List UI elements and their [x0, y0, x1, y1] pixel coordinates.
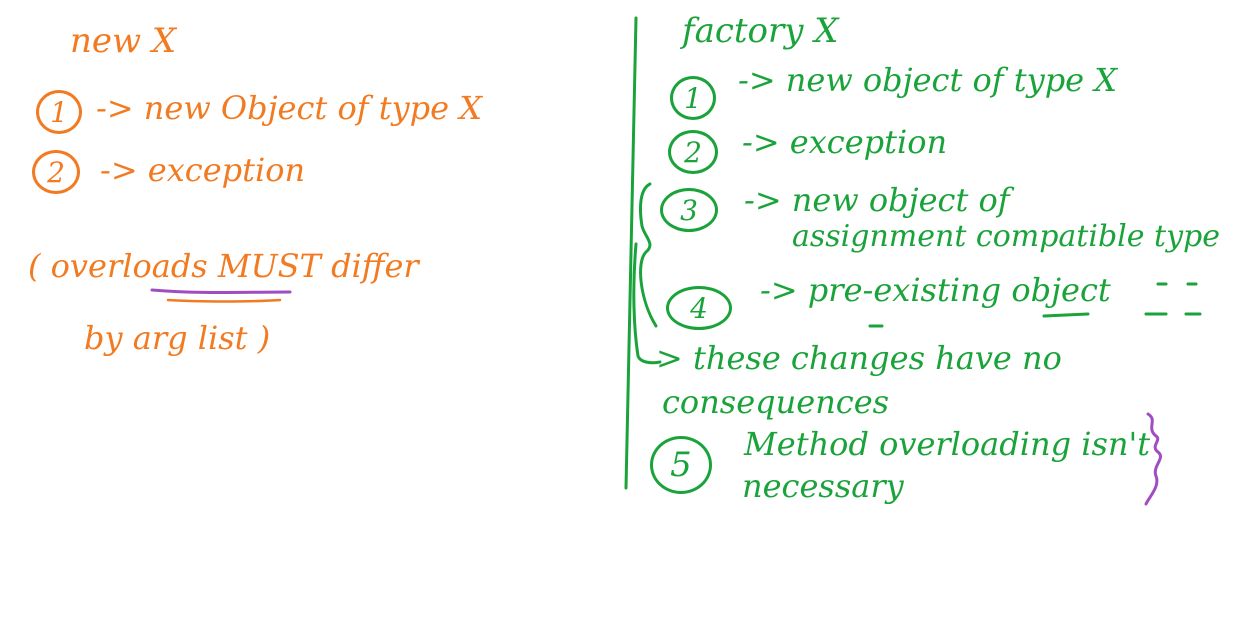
ink-strokes [150, 16, 1202, 506]
purple-wavy-brace [1144, 412, 1162, 506]
green-dashes [1144, 282, 1202, 316]
green-brace-bracket [638, 182, 658, 328]
orange-underline [166, 298, 282, 303]
green-underline [868, 312, 1090, 328]
purple-underline [150, 288, 292, 294]
whiteboard-canvas: new X 1 -> new Object of type X 2 -> exc… [0, 0, 1246, 621]
